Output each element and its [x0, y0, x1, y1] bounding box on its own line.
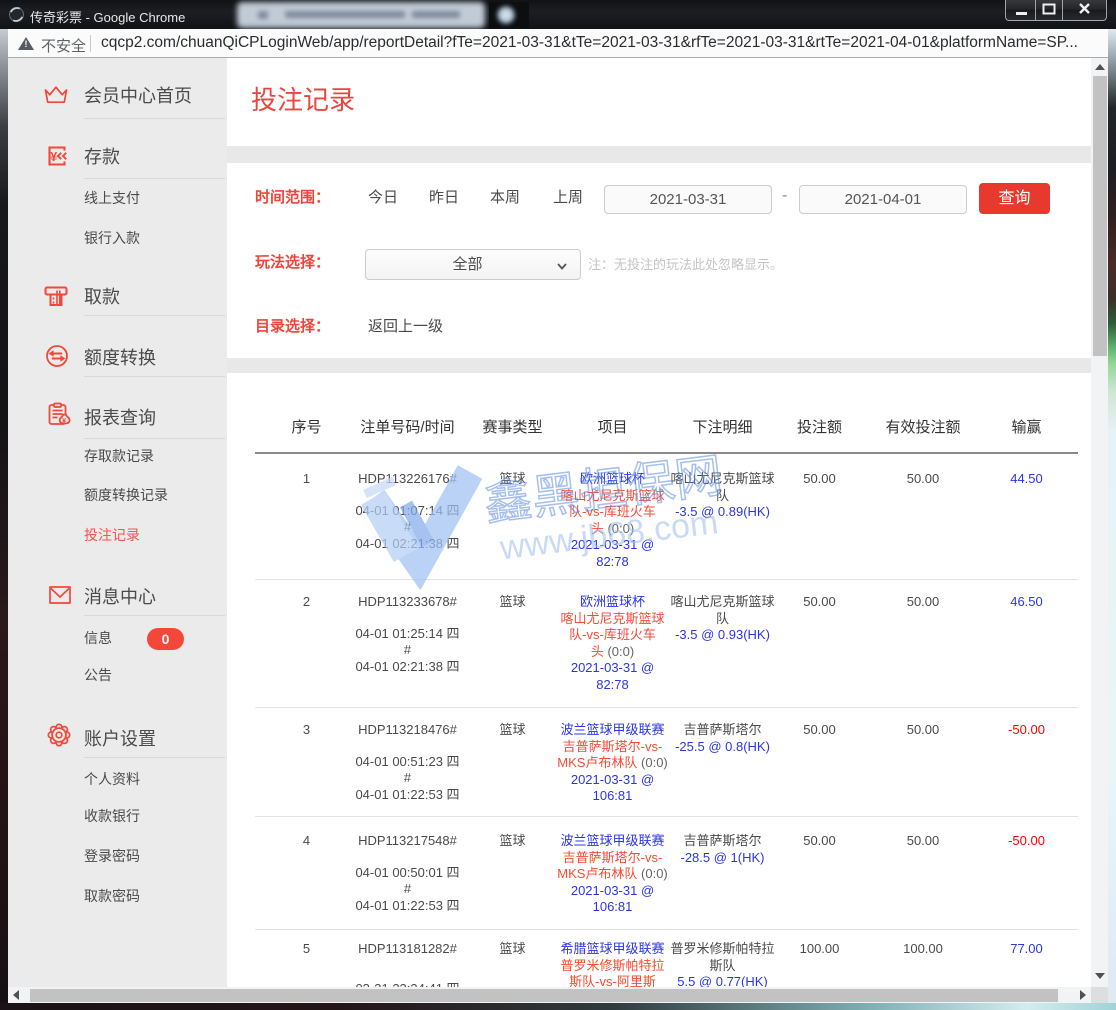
svg-text:¥: ¥ [62, 418, 66, 425]
svg-text:¥: ¥ [50, 150, 57, 164]
